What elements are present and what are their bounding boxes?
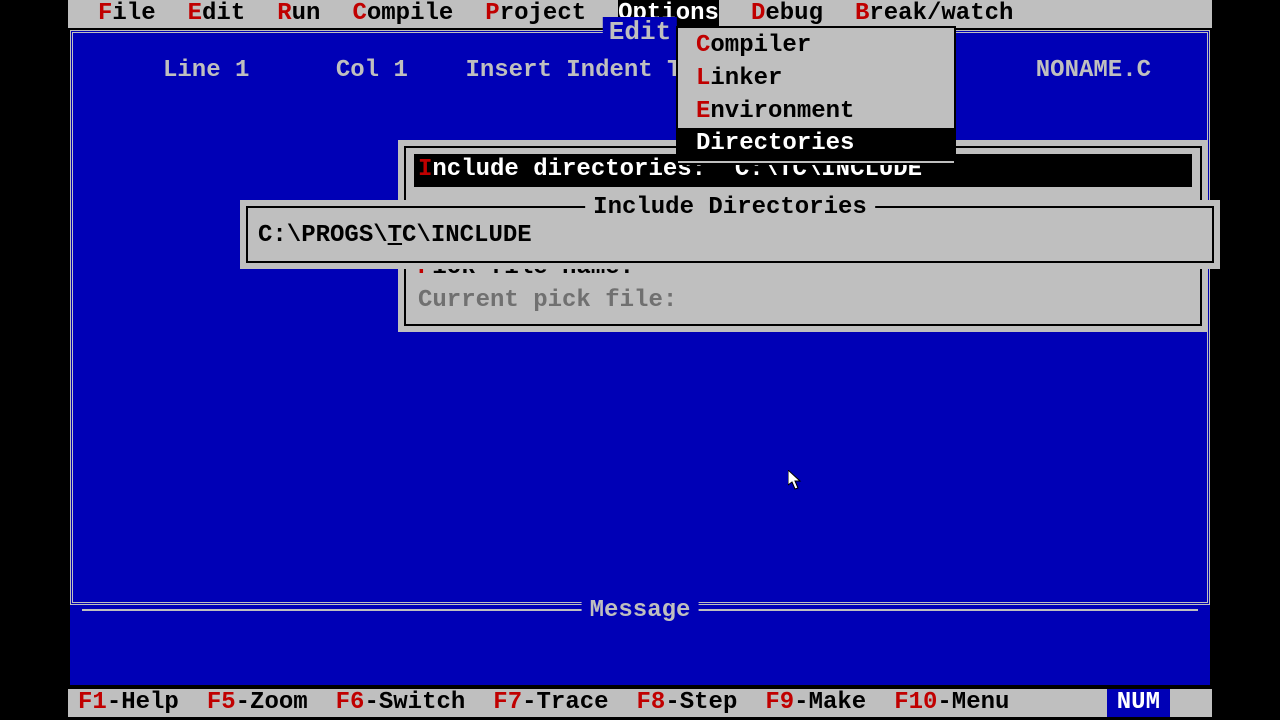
menu-debug[interactable]: Debug (751, 0, 823, 28)
help-f7[interactable]: F7-Trace (493, 689, 608, 718)
app-screen: File Edit Run Compile Project Options De… (68, 0, 1212, 720)
mouse-cursor-icon (788, 470, 802, 490)
menu-edit[interactable]: Edit (188, 0, 246, 28)
message-pane: Message (70, 605, 1210, 685)
include-directories-dialog-title: Include Directories (585, 194, 875, 223)
options-dropdown: Compiler Linker Environment Directories (676, 26, 956, 165)
options-item-directories[interactable]: Directories (678, 128, 954, 161)
menu-run[interactable]: Run (277, 0, 320, 28)
dir-current-pick-file: Current pick file: (414, 285, 1192, 318)
include-directories-dialog: Include Directories C:\PROGS\TC\INCLUDE (240, 200, 1220, 269)
message-pane-title: Message (582, 597, 699, 626)
options-item-compiler[interactable]: Compiler (678, 30, 954, 63)
edit-filename: NONAME.C (1036, 57, 1151, 86)
help-f9[interactable]: F9-Make (765, 689, 866, 718)
menu-file[interactable]: File (98, 0, 156, 28)
menu-breakwatch[interactable]: Break/watch (855, 0, 1013, 28)
menu-compile[interactable]: Compile (352, 0, 453, 28)
helpbar: F1-Help F5-Zoom F6-Switch F7-Trace F8-St… (68, 689, 1212, 717)
options-item-linker[interactable]: Linker (678, 63, 954, 96)
help-f6[interactable]: F6-Switch (336, 689, 466, 718)
include-directories-input[interactable]: C:\PROGS\TC\INCLUDE (258, 222, 1202, 251)
menu-project[interactable]: Project (485, 0, 586, 28)
options-item-environment[interactable]: Environment (678, 96, 954, 129)
help-f8[interactable]: F8-Step (637, 689, 738, 718)
help-f5[interactable]: F5-Zoom (207, 689, 308, 718)
edit-window-title: Edit (603, 17, 677, 48)
help-f1[interactable]: F1-Help (78, 689, 179, 718)
help-f10[interactable]: F10-Menu (894, 689, 1009, 718)
numlock-indicator: NUM (1107, 689, 1170, 717)
